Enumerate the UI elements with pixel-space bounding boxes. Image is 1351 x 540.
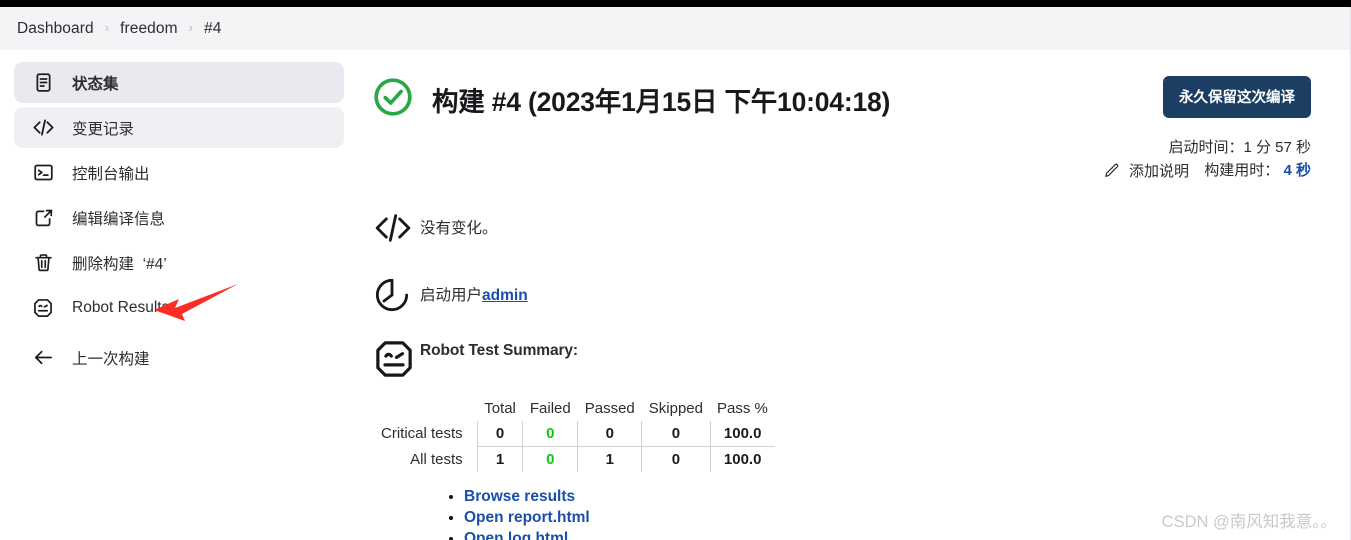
open-report-html-link[interactable]: Open report.html [464,509,590,526]
started-by-user-link[interactable]: admin [482,287,528,304]
robot-summary-table: Total Failed Passed Skipped Pass % Criti… [372,400,775,472]
sidebar-item-delete-build[interactable]: 删除构建 ‘#4’ [14,242,344,283]
col-header-pass-pct: Pass % [717,400,768,417]
sidebar-item-label: 状态集 [72,75,119,93]
robot-summary-title: Robot Test Summary: [420,342,578,359]
list-item: Open log.html [464,530,1072,540]
cell-all-failed: 0 [522,446,578,472]
sidebar-item-status[interactable]: 状态集 [14,62,344,103]
breadcrumb-item-dashboard[interactable]: Dashboard [17,20,94,38]
col-header-skipped: Skipped [648,400,703,417]
cell-all-passed: 1 [577,446,642,472]
open-log-html-link[interactable]: Open log.html [464,530,568,540]
sidebar-item-edit-build-info[interactable]: 编辑编译信息 [14,197,344,238]
cell-critical-total: 0 [476,421,523,447]
terminal-icon [30,160,56,186]
document-icon [30,70,56,96]
row-label-all-tests: All tests [410,450,463,468]
cell-critical-pass-pct: 100.0 [709,421,775,447]
sidebar-item-robot-results[interactable]: Robot Results [14,287,344,328]
edit-icon [30,205,56,231]
list-item: Open report.html [464,509,1072,527]
robot-result-links: Browse results Open report.html Open log… [372,488,1072,540]
robot-summary-row: Robot Test Summary: [372,338,1072,380]
main-content: 构建 #4 (2023年1月15日 下午10:04:18) 没有变化。 启动用户… [372,62,1072,540]
timer-icon [372,274,420,316]
cell-all-skipped: 0 [641,446,710,472]
success-check-icon [372,76,414,123]
code-icon [372,207,420,249]
pencil-icon [1103,162,1120,179]
row-label-critical-tests: Critical tests [381,425,463,443]
sidebar-item-label: 编辑编译信息 [72,210,166,228]
col-header-total: Total [484,400,516,417]
cell-all-pass-pct: 100.0 [709,446,775,472]
build-header: 构建 #4 (2023年1月15日 下午10:04:18) [372,76,1072,123]
top-black-bar [0,0,1351,7]
page-title: 构建 #4 (2023年1月15日 下午10:04:18) [432,87,891,117]
browse-results-link[interactable]: Browse results [464,488,575,505]
col-header-failed: Failed [529,400,571,417]
cell-all-total: 1 [476,446,523,472]
watermark-text: CSDN @南风知我意。。 [1161,513,1337,531]
col-header-blank [372,400,477,421]
build-duration-label: 构建用时： [1204,162,1280,180]
breadcrumb-item-freedom[interactable]: freedom [120,20,178,38]
started-by-label: 启动用户 [420,287,483,304]
sidebar-item-label: 上一次构建 [72,350,150,368]
breadcrumb-separator-icon: › [188,20,193,35]
arrow-left-icon [30,345,56,371]
breadcrumb-item-build: #4 [203,19,222,37]
add-description-label: 添加说明 [1128,163,1189,180]
table-header-row: Total Failed Passed Skipped Pass % [372,400,775,421]
robot-summary-table-wrap: Total Failed Passed Skipped Pass % Criti… [372,400,1072,472]
sidebar-item-changes[interactable]: 变更记录 [14,107,344,148]
no-changes-row: 没有变化。 [372,207,1072,249]
build-duration-value[interactable]: 4 秒 [1283,162,1311,179]
robot-icon [372,338,420,380]
trash-icon [30,250,56,276]
sidebar-item-label: 删除构建 ‘#4’ [72,255,167,273]
sidebar-item-console-output[interactable]: 控制台输出 [14,152,344,193]
cell-critical-skipped: 0 [641,421,710,447]
no-changes-text: 没有变化。 [420,220,498,237]
keep-build-forever-button[interactable]: 永久保留这次编译 [1163,76,1311,118]
started-by-row: 启动用户admin [372,274,1072,316]
col-header-passed: Passed [584,400,635,417]
breadcrumb: Dashboard › freedom › #4 [0,7,1351,50]
started-by-text: 启动用户admin [420,274,528,305]
sidebar-item-label: 变更记录 [72,120,135,138]
robot-icon [30,295,56,321]
breadcrumb-separator-icon: › [104,20,110,35]
table-row: Critical tests 0 0 0 0 100.0 [372,421,775,447]
code-icon [30,115,56,141]
page-root: Dashboard › freedom › #4 状态集 变更记录 控制台输出 … [0,0,1351,540]
cell-critical-failed: 0 [522,421,578,447]
sidebar-item-previous-build[interactable]: 上一次构建 [14,337,344,378]
add-description-button[interactable]: 添加说明 [1103,160,1189,181]
start-time-label: 启动时间：1 分 57 秒 [1168,139,1311,156]
cell-critical-passed: 0 [577,421,642,447]
table-row: All tests 1 0 1 0 100.0 [372,446,775,472]
sidebar-item-label: 控制台输出 [72,165,150,183]
sidebar-item-label: Robot Results [72,298,170,316]
list-item: Browse results [464,488,1072,506]
sidebar: 状态集 变更记录 控制台输出 编辑编译信息 删除构建 ‘#4’ Robot Re… [14,62,344,382]
